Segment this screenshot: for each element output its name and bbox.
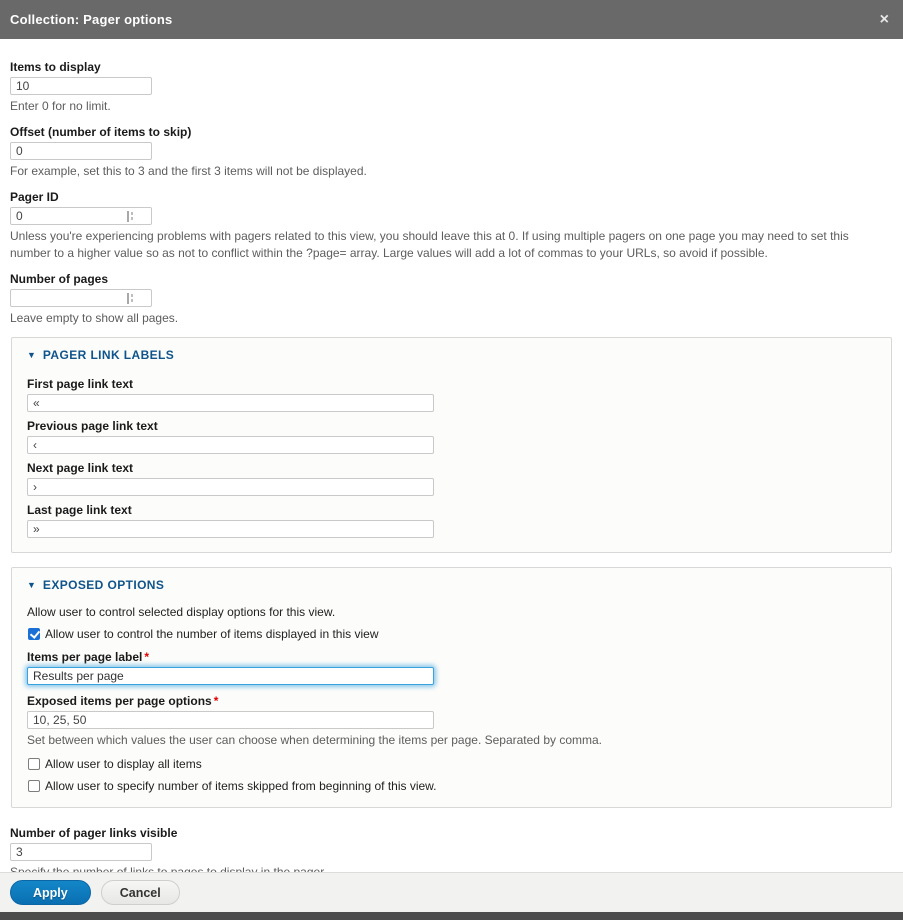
display-all-checkbox-row[interactable]: Allow user to display all items — [27, 757, 876, 771]
offset-checkbox-row[interactable]: Allow user to specify number of items sk… — [27, 779, 876, 793]
offset-help: For example, set this to 3 and the first… — [10, 163, 890, 180]
checkbox-unchecked-icon[interactable] — [28, 758, 40, 770]
exposed-options-intro: Allow user to control selected display o… — [27, 605, 876, 619]
offset-input[interactable] — [10, 142, 152, 160]
control-items-checkbox-label: Allow user to control the number of item… — [45, 627, 379, 641]
exposed-items-options-help: Set between which values the user can ch… — [27, 732, 876, 749]
dialog-body: Items to display Enter 0 for no limit. O… — [0, 39, 903, 872]
next-page-link-field: Next page link text — [27, 461, 876, 496]
items-to-display-help: Enter 0 for no limit. — [10, 98, 890, 115]
close-icon[interactable]: × — [880, 12, 889, 28]
offset-label: Offset (number of items to skip) — [10, 125, 893, 139]
number-of-pages-label: Number of pages — [10, 272, 893, 286]
last-page-link-input[interactable] — [27, 520, 434, 538]
chevron-down-icon: ▼ — [27, 578, 36, 592]
pager-link-labels-fieldset: ▼PAGER LINK LABELS First page link text … — [11, 337, 892, 553]
page-background-strip — [0, 912, 903, 920]
pager-id-field: Pager ID Unless you're experiencing prob… — [10, 190, 893, 262]
chevron-down-icon: ▼ — [27, 348, 36, 362]
pager-links-visible-help: Specify the number of links to pages to … — [10, 864, 890, 872]
exposed-items-options-label: Exposed items per page options* — [27, 694, 876, 708]
pager-id-label: Pager ID — [10, 190, 893, 204]
display-all-checkbox-label: Allow user to display all items — [45, 757, 202, 771]
pager-links-visible-label: Number of pager links visible — [10, 826, 893, 840]
items-per-page-label-input[interactable] — [27, 667, 434, 685]
first-page-link-input[interactable] — [27, 394, 434, 412]
pager-links-visible-input[interactable] — [10, 843, 152, 861]
dialog-titlebar: Collection: Pager options × — [0, 0, 903, 39]
exposed-items-options-field: Exposed items per page options* Set betw… — [27, 694, 876, 749]
previous-page-link-field: Previous page link text — [27, 419, 876, 454]
pager-id-help: Unless you're experiencing problems with… — [10, 228, 890, 262]
control-items-checkbox-row[interactable]: Allow user to control the number of item… — [27, 627, 876, 641]
last-page-link-field: Last page link text — [27, 503, 876, 538]
offset-field: Offset (number of items to skip) For exa… — [10, 125, 893, 180]
pager-links-visible-field: Number of pager links visible Specify th… — [10, 826, 893, 872]
checkbox-unchecked-icon[interactable] — [28, 780, 40, 792]
pager-id-input[interactable] — [10, 207, 152, 225]
checkbox-checked-icon[interactable] — [28, 628, 40, 640]
offset-checkbox-label: Allow user to specify number of items sk… — [45, 779, 437, 793]
dialog-buttonpane: Apply Cancel — [0, 872, 903, 912]
next-page-link-label: Next page link text — [27, 461, 876, 475]
apply-button[interactable]: Apply — [10, 880, 91, 905]
number-of-pages-help: Leave empty to show all pages. — [10, 310, 890, 327]
items-per-page-label-field: Items per page label* — [27, 650, 876, 685]
required-mark: * — [144, 650, 149, 664]
items-to-display-input[interactable] — [10, 77, 152, 95]
previous-page-link-input[interactable] — [27, 436, 434, 454]
exposed-options-legend[interactable]: ▼EXPOSED OPTIONS — [27, 576, 876, 593]
number-of-pages-field: Number of pages Leave empty to show all … — [10, 272, 893, 327]
cancel-button[interactable]: Cancel — [101, 880, 180, 905]
first-page-link-label: First page link text — [27, 377, 876, 391]
items-per-page-label-label: Items per page label* — [27, 650, 876, 664]
previous-page-link-label: Previous page link text — [27, 419, 876, 433]
pager-link-labels-legend[interactable]: ▼PAGER LINK LABELS — [27, 346, 876, 363]
pager-options-dialog: Collection: Pager options × Items to dis… — [0, 0, 903, 920]
exposed-options-fieldset: ▼EXPOSED OPTIONS Allow user to control s… — [11, 567, 892, 808]
items-to-display-field: Items to display Enter 0 for no limit. — [10, 60, 893, 115]
items-to-display-label: Items to display — [10, 60, 893, 74]
required-mark: * — [214, 694, 219, 708]
number-of-pages-input[interactable] — [10, 289, 152, 307]
first-page-link-field: First page link text — [27, 377, 876, 412]
next-page-link-input[interactable] — [27, 478, 434, 496]
exposed-items-options-input[interactable] — [27, 711, 434, 729]
last-page-link-label: Last page link text — [27, 503, 876, 517]
dialog-title: Collection: Pager options — [10, 12, 172, 27]
